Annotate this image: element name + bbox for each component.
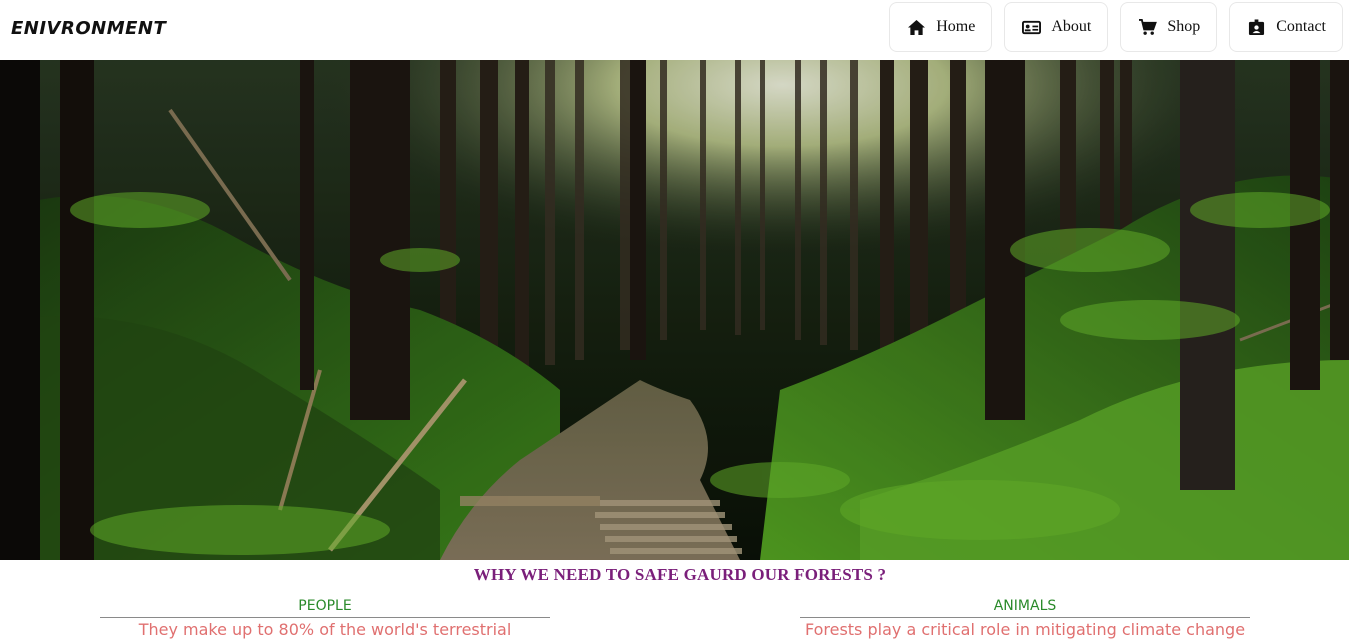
people-title: PEOPLE <box>100 598 550 618</box>
nav-home-button[interactable]: Home <box>889 2 993 52</box>
nav-shop-label: Shop <box>1167 18 1201 35</box>
nav-contact-button[interactable]: Contact <box>1229 2 1343 52</box>
people-column: PEOPLE They make up to 80% of the world'… <box>100 598 550 639</box>
nav-shop-button[interactable]: Shop <box>1120 2 1218 52</box>
hero-forest-image <box>0 60 1349 560</box>
section-heading: WHY WE NEED TO SAFE GAURD OUR FORESTS ? <box>473 565 887 584</box>
id-card-icon <box>1022 19 1042 36</box>
brand-logo[interactable]: ENIVRONMENT <box>11 18 166 39</box>
top-navbar: ENIVRONMENT Home About Shop Contact <box>0 0 1349 60</box>
nav-about-button[interactable]: About <box>1004 2 1109 52</box>
nav-menu: Home About Shop Contact <box>889 2 1343 52</box>
animals-column: ANIMALS Forests play a critical role in … <box>800 598 1250 639</box>
home-icon <box>907 19 926 36</box>
nav-home-label: Home <box>936 18 976 35</box>
nav-about-label: About <box>1051 18 1092 35</box>
shopping-cart-icon <box>1138 18 1158 36</box>
animals-title: ANIMALS <box>800 598 1250 618</box>
nav-contact-label: Contact <box>1276 18 1326 35</box>
contact-badge-icon <box>1247 18 1266 36</box>
